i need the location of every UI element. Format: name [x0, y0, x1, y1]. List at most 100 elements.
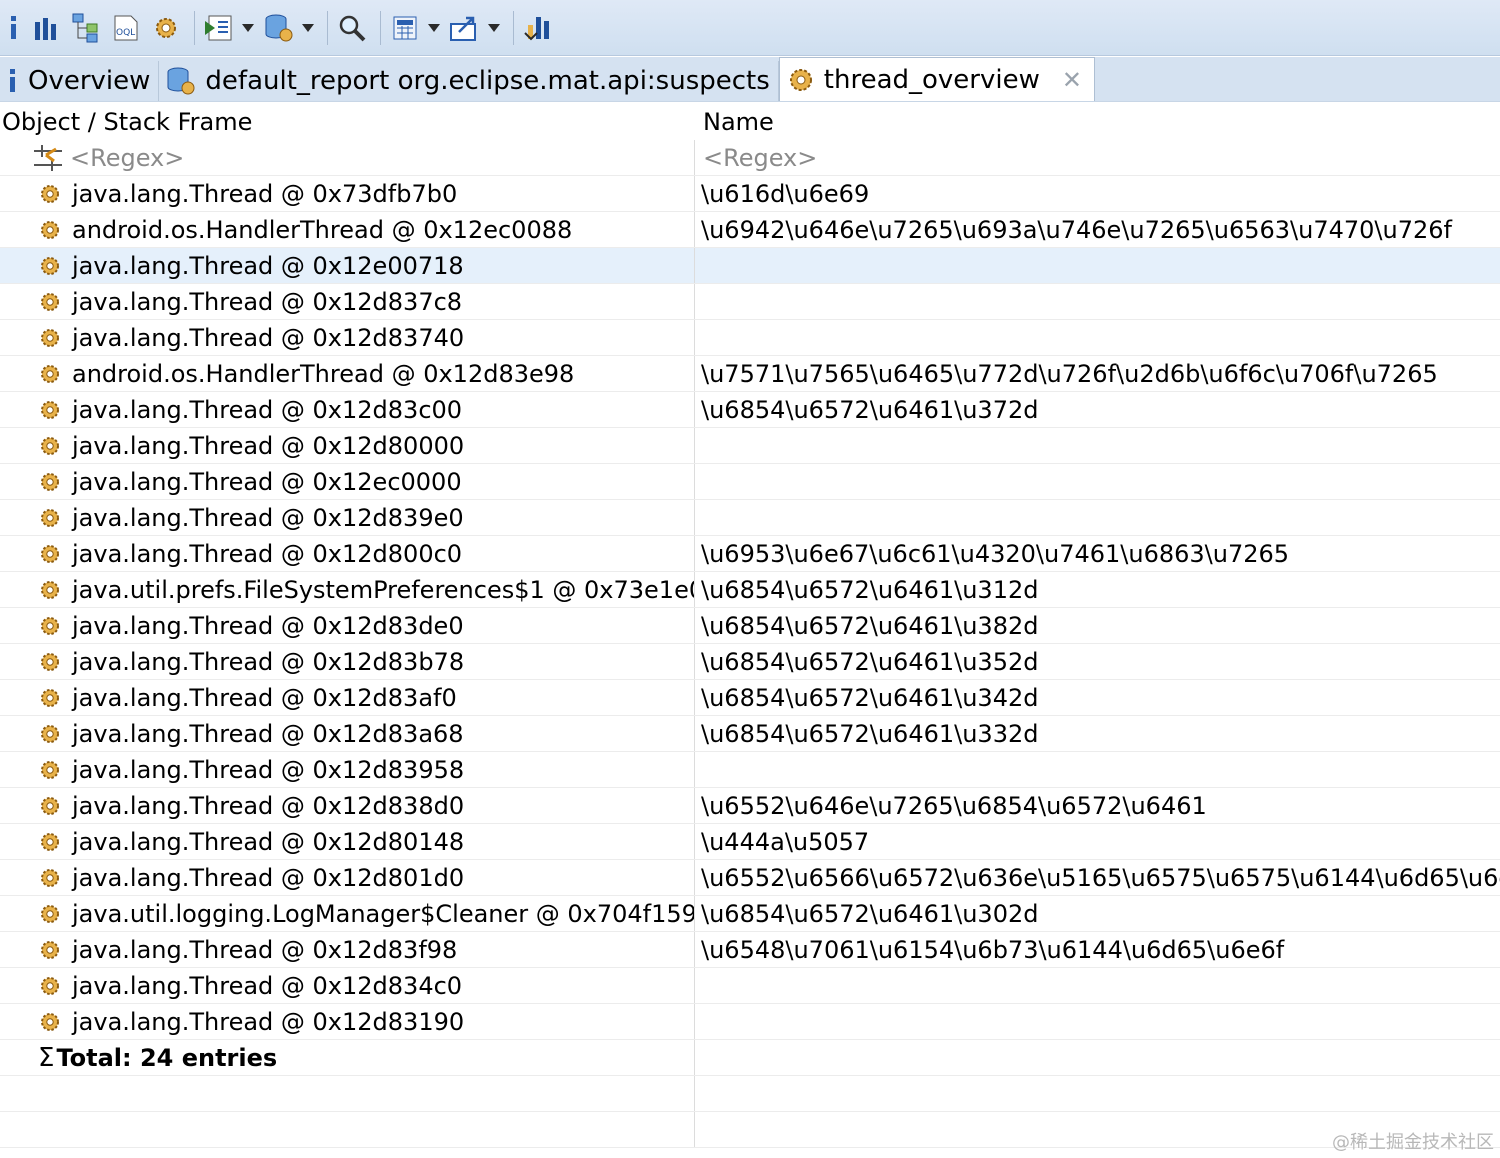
- compare-button[interactable]: [520, 8, 556, 48]
- query-browser-icon: [265, 14, 293, 41]
- expert-system-button[interactable]: [201, 8, 237, 48]
- table-row[interactable]: java.lang.Thread @ 0x12ec0000: [0, 464, 1500, 500]
- table-row[interactable]: java.lang.Thread @ 0x12d80000: [0, 428, 1500, 464]
- table-row[interactable]: java.lang.Thread @ 0x12d83958: [0, 752, 1500, 788]
- object-filter-input[interactable]: <Regex>: [70, 144, 184, 172]
- thread-gear-icon: [41, 652, 59, 671]
- object-cell: java.lang.Thread @ 0x12d83b78: [72, 647, 465, 676]
- compare-icon: [524, 16, 549, 40]
- expert-system-icon: [205, 15, 232, 40]
- table-row[interactable]: java.lang.Thread @ 0x12d83de0 \u6854\u657…: [0, 608, 1500, 644]
- table-row[interactable]: java.lang.Thread @ 0x73dfb7b0 \u616d\u6e6…: [0, 176, 1500, 212]
- table-row[interactable]: java.lang.Thread @ 0x12d834c0: [0, 968, 1500, 1004]
- table-row[interactable]: java.lang.Thread @ 0x12d838d0 \u6552\u646…: [0, 788, 1500, 824]
- oql-icon-label: OQL: [116, 28, 135, 38]
- dominator-tree-button[interactable]: [68, 8, 104, 48]
- name-cell: \u6548\u7061\u6154\u6b73\u6144\u6d65\u6e…: [701, 935, 1285, 964]
- table-row[interactable]: java.lang.Thread @ 0x12d83af0 \u6854\u657…: [0, 680, 1500, 716]
- name-cell: \u616d\u6e69: [701, 179, 870, 208]
- object-cell: java.lang.Thread @ 0x12d83190: [72, 1007, 465, 1036]
- table-row[interactable]: java.lang.Thread @ 0x12d83b78 \u6854\u657…: [0, 644, 1500, 680]
- info-icon: [11, 15, 16, 39]
- table-row[interactable]: java.lang.Thread @ 0x12d837c8: [0, 284, 1500, 320]
- search-icon: [339, 15, 366, 41]
- object-cell: java.lang.Thread @ 0x12e00718: [72, 251, 464, 280]
- tab-thread-overview[interactable]: thread_overview ✕: [778, 57, 1095, 101]
- thread-gear-icon: [41, 760, 59, 779]
- tab-overview[interactable]: Overview: [0, 61, 160, 101]
- name-cell: \u6854\u6572\u6461\u332d: [701, 719, 1039, 748]
- expert-system-dropdown[interactable]: [241, 8, 255, 48]
- histogram-button[interactable]: [28, 8, 64, 48]
- thread-gear-icon: [41, 220, 59, 239]
- query-browser-button[interactable]: [261, 8, 297, 48]
- query-browser-dropdown[interactable]: [301, 8, 315, 48]
- table-row[interactable]: java.lang.Thread @ 0x12d80148 \u444a\u505…: [0, 824, 1500, 860]
- column-header-name[interactable]: Name: [695, 104, 1500, 140]
- total-entries-label: Total: 24 entries: [56, 1043, 278, 1072]
- table-row[interactable]: java.lang.Thread @ 0x12d801d0 \u6552\u656…: [0, 860, 1500, 896]
- name-filter-input[interactable]: <Regex>: [703, 144, 817, 172]
- oql-button[interactable]: OQL: [108, 8, 144, 48]
- name-cell: \u6854\u6572\u6461\u342d: [701, 683, 1039, 712]
- info-button[interactable]: [4, 8, 24, 48]
- name-cell: \u6854\u6572\u6461\u302d: [701, 899, 1039, 928]
- filter-row: <Regex> <Regex>: [0, 140, 1500, 176]
- sum-icon: Σ: [38, 1042, 55, 1073]
- histogram-icon: [35, 17, 56, 40]
- gear-icon: [786, 65, 816, 95]
- thread-overview-table[interactable]: Object / Stack Frame Name <Regex> <Regex…: [0, 104, 1500, 1158]
- column-header-object[interactable]: Object / Stack Frame: [0, 104, 695, 140]
- table-row[interactable]: java.lang.Thread @ 0x12d83740: [0, 320, 1500, 356]
- find-object-button[interactable]: [334, 8, 370, 48]
- name-cell: \u6953\u6e67\u6c61\u4320\u7461\u6863\u72…: [701, 539, 1290, 568]
- table-row[interactable]: java.util.prefs.FileSystemPreferences$1 …: [0, 572, 1500, 608]
- table-row[interactable]: java.lang.Thread @ 0x12d83a68 \u6854\u657…: [0, 716, 1500, 752]
- table-row[interactable]: java.lang.Thread @ 0x12d800c0 \u6953\u6e6…: [0, 536, 1500, 572]
- thread-gear-icon: [41, 796, 59, 815]
- thread-gear-icon: [41, 256, 59, 275]
- thread-gear-icon: [41, 868, 59, 887]
- table-row[interactable]: android.os.HandlerThread @ 0x12d83e98 \u7…: [0, 356, 1500, 392]
- object-cell: java.lang.Thread @ 0x12d83de0: [72, 611, 464, 640]
- thread-gear-icon: [41, 616, 59, 635]
- calculate-retained-button[interactable]: [387, 8, 423, 48]
- object-cell: java.lang.Thread @ 0x12d838d0: [72, 791, 465, 820]
- table-row[interactable]: java.lang.Thread @ 0x12d83c00 \u6854\u657…: [0, 392, 1500, 428]
- export-button[interactable]: [447, 8, 483, 48]
- thread-gear-icon: [41, 688, 59, 707]
- calculate-retained-dropdown[interactable]: [427, 8, 441, 48]
- table-row[interactable]: java.lang.Thread @ 0x12d839e0: [0, 500, 1500, 536]
- thread-gear-icon: [41, 400, 59, 419]
- object-cell: java.util.logging.LogManager$Cleaner @ 0…: [72, 899, 695, 928]
- table-body: java.lang.Thread @ 0x73dfb7b0 \u616d\u6e6…: [0, 176, 1500, 1040]
- watermark: @稀土掘金技术社区: [1332, 1132, 1494, 1153]
- object-cell: java.lang.Thread @ 0x73dfb7b0: [72, 179, 458, 208]
- table-row[interactable]: java.lang.Thread @ 0x12d83190: [0, 1004, 1500, 1040]
- toolbar-separator: [194, 10, 195, 45]
- object-cell: java.lang.Thread @ 0x12d837c8: [72, 287, 463, 316]
- tab-label: default_report org.eclipse.mat.api:suspe…: [205, 66, 770, 96]
- export-dropdown[interactable]: [487, 8, 501, 48]
- object-cell: java.lang.Thread @ 0x12d80148: [72, 827, 465, 856]
- table-row[interactable]: android.os.HandlerThread @ 0x12ec0088 \u6…: [0, 212, 1500, 248]
- thread-overview-button[interactable]: [148, 8, 184, 48]
- thread-gear-icon: [41, 904, 59, 923]
- table-row[interactable]: java.util.logging.LogManager$Cleaner @ 0…: [0, 896, 1500, 932]
- table-row[interactable]: java.lang.Thread @ 0x12d83f98 \u6548\u706…: [0, 932, 1500, 968]
- editor-tab-bar: Overview default_report org.eclipse.mat.…: [0, 57, 1500, 102]
- table-row[interactable]: java.lang.Thread @ 0x12e00718: [0, 248, 1500, 284]
- thread-gear-icon: [41, 184, 59, 203]
- thread-gear-icon: [41, 1012, 59, 1031]
- tab-default-report[interactable]: default_report org.eclipse.mat.api:suspe…: [159, 61, 779, 101]
- thread-gear-icon: [41, 724, 59, 743]
- thread-gear-icon: [41, 544, 59, 563]
- close-icon[interactable]: ✕: [1062, 66, 1082, 94]
- thread-gear-icon: [41, 364, 59, 383]
- object-cell: java.lang.Thread @ 0x12ec0000: [72, 467, 462, 496]
- name-cell: \u6854\u6572\u6461\u372d: [701, 395, 1039, 424]
- name-cell: \u6854\u6572\u6461\u312d: [701, 575, 1039, 604]
- object-cell: java.lang.Thread @ 0x12d801d0: [72, 863, 465, 892]
- object-cell: android.os.HandlerThread @ 0x12ec0088: [72, 215, 573, 244]
- table-header: Object / Stack Frame Name: [0, 104, 1500, 140]
